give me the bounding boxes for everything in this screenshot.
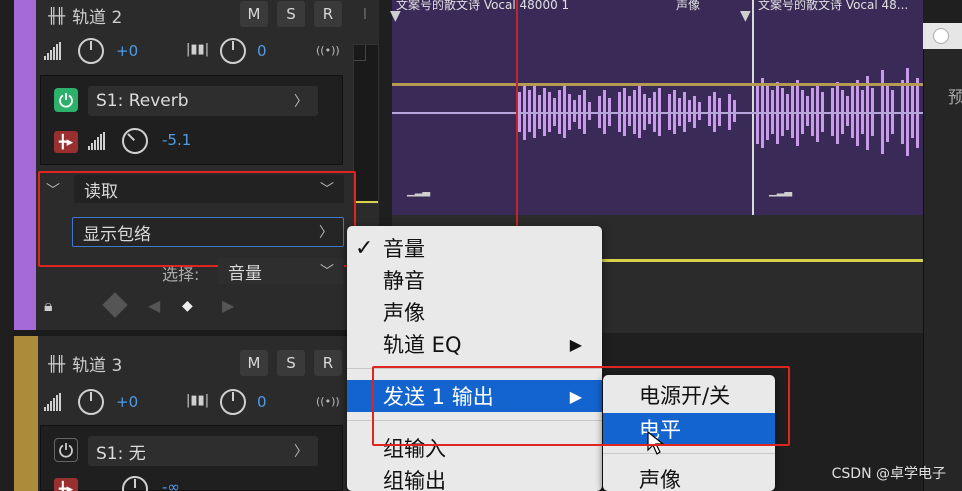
effect-slot-label: S1: 无 (96, 443, 146, 464)
clip1-pan-label: 声像 (676, 0, 701, 12)
track2-volume-knob[interactable] (78, 38, 104, 64)
clip-volume-icon: ▁▂▃ (769, 186, 793, 197)
panel-title-fragment: 预 (948, 88, 962, 108)
menu-item-label: 声像 (383, 301, 425, 325)
watermark: CSDN @卓学电子 (831, 466, 946, 482)
track2-title-row: ╫╫ 轨道 2 (48, 3, 122, 29)
checkmark-icon: ✓ (355, 235, 374, 261)
track3-mute-button[interactable]: M (240, 350, 268, 376)
effect-power-on-icon[interactable] (54, 88, 78, 112)
select-label: 选择: (162, 265, 200, 284)
right-side-panel: 预 (923, 23, 962, 491)
envelope-parameter-dropdown[interactable]: 音量 ﹀ (218, 258, 344, 284)
menu-item-label: 轨道 EQ (383, 333, 462, 357)
stereo-icon[interactable]: ((•)) (316, 44, 340, 57)
add-keyframe-icon[interactable]: ◆ (182, 298, 193, 314)
track3-record-button[interactable]: R (314, 350, 342, 376)
menu-item-volume[interactable]: ✓ 音量 (347, 232, 602, 264)
chevron-right-icon: 〉 (294, 444, 308, 460)
track2-record-button[interactable]: R (314, 1, 342, 27)
track3-solo-button[interactable]: S (277, 350, 305, 376)
send-level-value[interactable]: -∞ (162, 478, 180, 491)
track3-effect-slot[interactable]: S1: 无 〉 (88, 436, 318, 466)
waveform (518, 68, 919, 156)
clip1-title[interactable]: 文案号的散文诗 Vocal 48000 1 (396, 0, 569, 13)
track3-title-row: ╫╫ 轨道 3 (48, 351, 122, 377)
track2-effect-slot[interactable]: S1: Reverb 〉 (88, 86, 318, 116)
track2-solo-button[interactable]: S (277, 1, 305, 27)
track3-pan-knob[interactable] (220, 389, 246, 415)
menu-item-mute[interactable]: 静音 (347, 264, 602, 296)
clip-fade-handle-icon[interactable]: ▼ (390, 8, 401, 24)
envelope-parameter-value: 音量 (228, 263, 262, 284)
automation-envelope-line[interactable] (600, 259, 923, 262)
track3-color-strip (14, 336, 38, 491)
pan-icon: |▮▮| (186, 393, 210, 408)
send-volume-icon (88, 132, 105, 150)
menu-item-pan[interactable]: 声像 (347, 296, 602, 328)
menu-item-group-output[interactable]: 组输出 (347, 464, 602, 491)
submenu-arrow-icon: ▶ (569, 334, 582, 354)
track-separator (14, 330, 380, 336)
menu-item-label: 组输出 (383, 469, 446, 491)
submenu-item-pan[interactable]: 声像 (603, 463, 775, 491)
clip-fade-handle-icon[interactable]: ▼ (740, 8, 751, 24)
highlight-box-automation (38, 171, 356, 267)
envelope-line-volume[interactable] (392, 112, 923, 114)
next-keyframe-icon[interactable]: ▶ (222, 296, 234, 315)
panel-header (923, 23, 962, 49)
menu-item-label: 声像 (639, 468, 681, 491)
track2-color-strip (14, 0, 38, 330)
menu-item-label: 静音 (383, 269, 425, 293)
track2-level-meter (353, 44, 379, 204)
envelope-line-pan[interactable] (392, 83, 923, 86)
track2-pan-value[interactable]: 0 (257, 42, 267, 60)
chevron-down-icon: ﹀ (320, 264, 334, 280)
close-icon[interactable] (933, 28, 949, 44)
multitrack-editor: ╫╫ 轨道 2 M S R I +0 |▮▮| 0 ((•)) S1: Reve… (0, 0, 962, 491)
track3-volume-value[interactable]: +0 (116, 393, 138, 411)
track2-name[interactable]: 轨道 2 (72, 3, 122, 28)
send-icon[interactable]: ╋▸ (54, 131, 78, 153)
effect-slot-label: S1: Reverb (96, 91, 189, 111)
send-level-value[interactable]: -5.1 (162, 131, 191, 149)
playhead[interactable] (516, 0, 518, 230)
menu-item-label: 音量 (383, 237, 425, 261)
menu-divider (603, 453, 775, 454)
track2-mute-button[interactable]: M (240, 1, 268, 27)
chevron-right-icon: 〉 (294, 94, 308, 110)
track2-input-monitor-button[interactable]: I (351, 1, 379, 27)
context-menu-envelope: ✓ 音量 静音 声像 轨道 EQ ▶ 发送 1 输出 ▶ 组输入 组输出 (347, 226, 602, 491)
track2-volume-value[interactable]: +0 (116, 42, 138, 60)
protect-keyframes-icon[interactable]: 🔒︎ (44, 296, 53, 316)
track3-pan-value[interactable]: 0 (257, 393, 267, 411)
stereo-icon[interactable]: ((•)) (316, 395, 340, 408)
volume-icon (44, 42, 61, 60)
previous-keyframe-icon[interactable]: ◀ (148, 296, 160, 315)
clip2-title[interactable]: 文案号的散文诗 Vocal 48... (758, 0, 908, 13)
effect-power-off-icon[interactable] (54, 438, 78, 462)
clip-volume-icon: ▁▂▃ (407, 186, 431, 197)
track2-pan-knob[interactable] (220, 38, 246, 64)
volume-icon (44, 393, 61, 411)
waveform-icon: ╫╫ (48, 354, 65, 373)
waveform-icon: ╫╫ (48, 6, 65, 25)
pan-icon: |▮▮| (186, 42, 210, 57)
highlight-box-send-level (372, 366, 790, 446)
track3-volume-knob[interactable] (78, 389, 104, 415)
track3-name[interactable]: 轨道 3 (72, 351, 122, 376)
send-icon[interactable]: ╋▸ (54, 478, 78, 491)
menu-item-track-eq[interactable]: 轨道 EQ ▶ (347, 328, 602, 360)
